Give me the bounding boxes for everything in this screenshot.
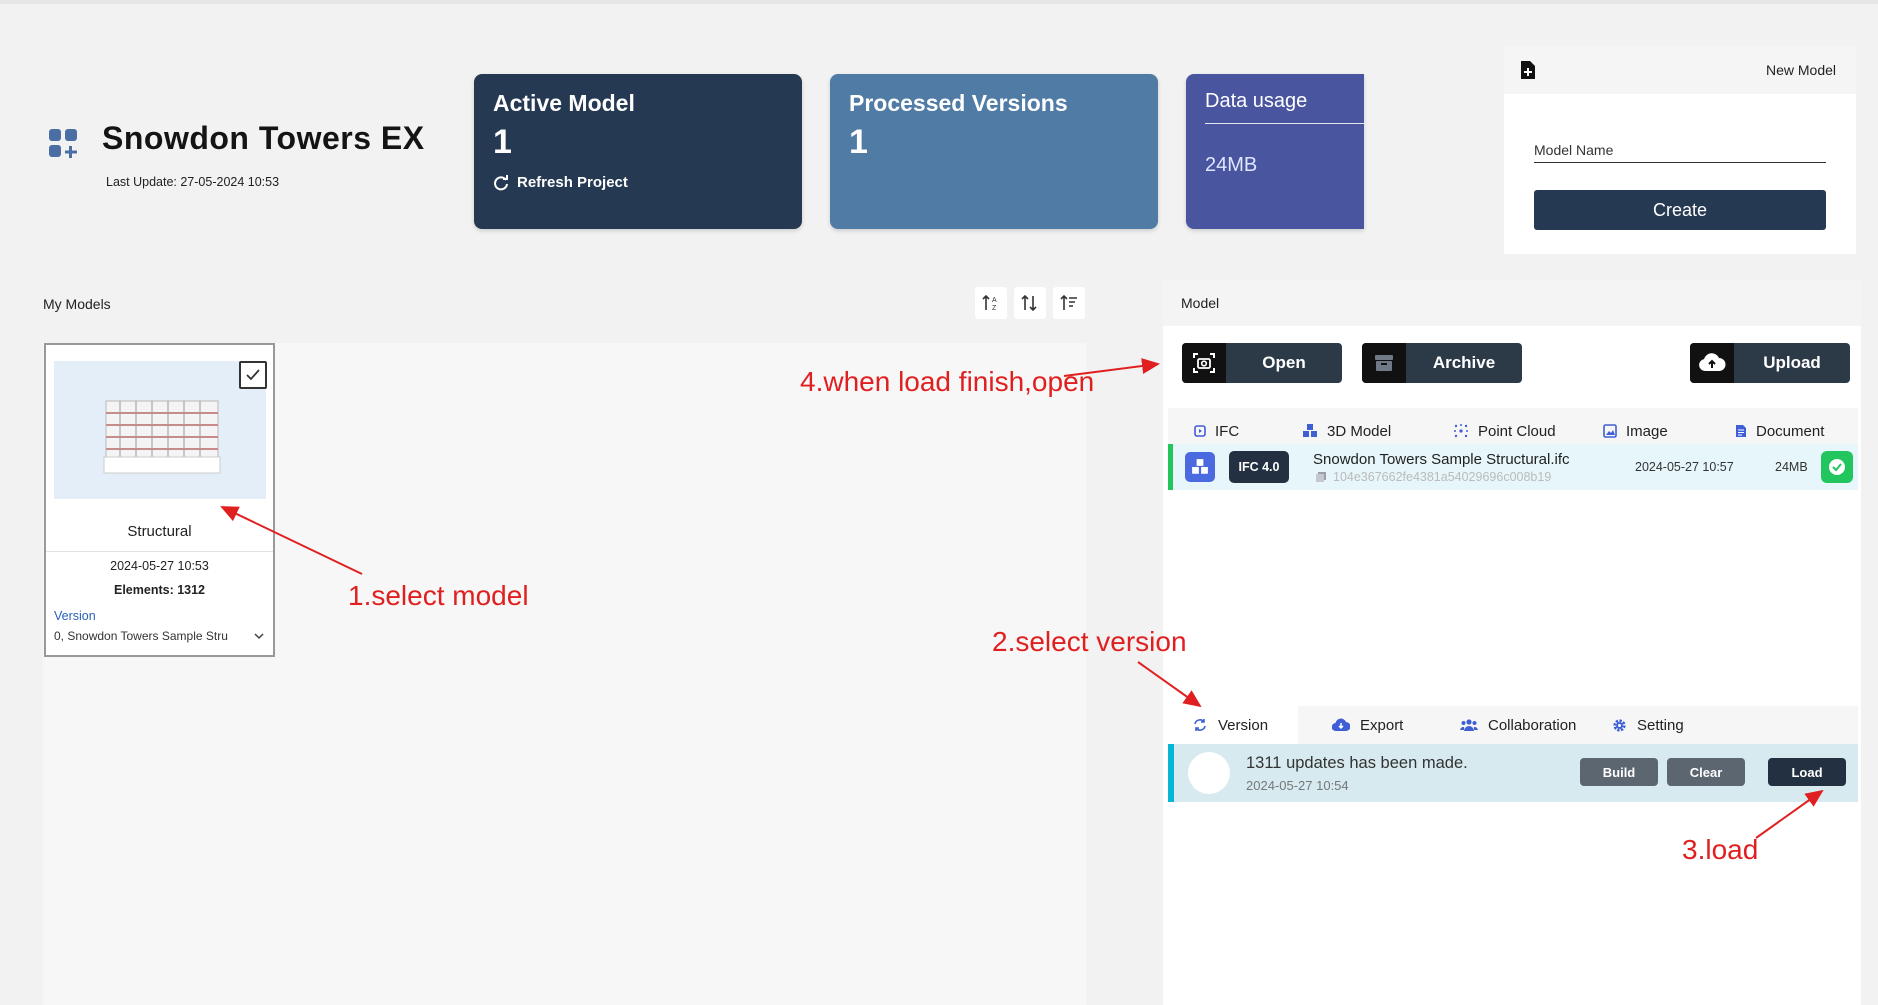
arrow-to-version-tab xyxy=(1137,661,1202,708)
arrow-to-load-button xyxy=(1755,789,1824,839)
annotation-arrows xyxy=(220,358,1824,839)
arrow-to-model-card xyxy=(220,506,363,575)
arrow-to-open-button xyxy=(1063,358,1160,377)
